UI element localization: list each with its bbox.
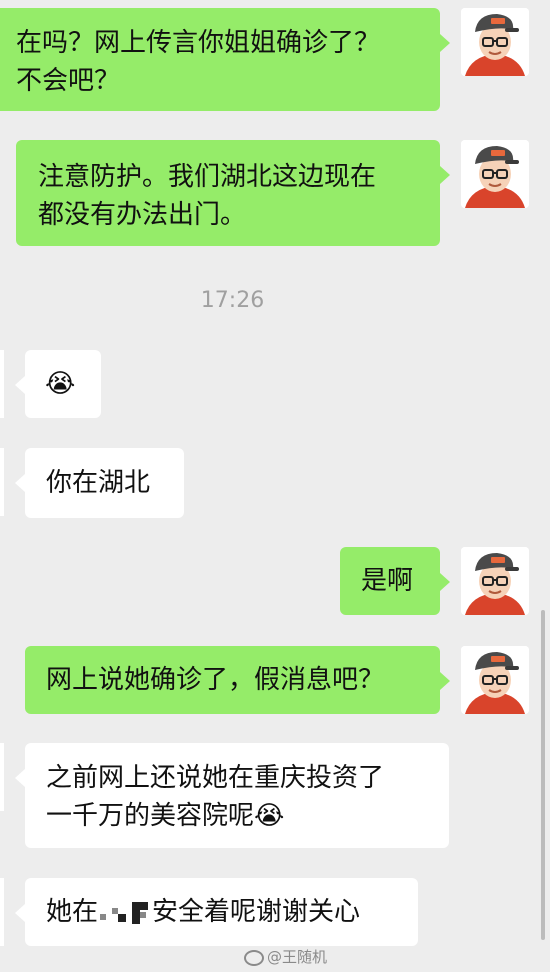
scrollbar[interactable] [541, 610, 545, 940]
message-bubble-other[interactable]: 你在湖北 [25, 448, 184, 518]
watermark: @王随机 [244, 946, 327, 967]
cartoon-avatar-icon [461, 547, 529, 615]
message-bubble-other[interactable]: 😭 [25, 350, 101, 418]
bubble-tail [15, 904, 25, 922]
cartoon-avatar-icon [461, 140, 529, 208]
message-text: 一千万的美容院呢 [46, 801, 255, 831]
message-bubble-other[interactable]: 之前网上还说她在重庆投资了 一千万的美容院呢😭 [25, 743, 449, 848]
message-bubble-me[interactable]: 是啊 [340, 547, 440, 615]
message-bubble-me[interactable]: 注意防护。我们湖北这边现在 都没有办法出门。 [16, 140, 440, 246]
message-line: 注意防护。我们湖北这边现在 [38, 162, 377, 192]
cartoon-avatar-icon [461, 646, 529, 714]
bubble-tail [440, 34, 450, 52]
message-line: 之前网上还说她在重庆投资了 [46, 763, 385, 793]
redacted-pixelation [98, 898, 152, 928]
message-line: 你在湖北 [46, 468, 151, 498]
message-line: 一千万的美容院呢😭 [46, 797, 449, 835]
weibo-logo-icon [244, 949, 264, 966]
message-bubble-other[interactable]: 她在 安全着呢谢谢关心 [25, 878, 418, 946]
message-bubble-me[interactable]: 网上说她确诊了，假消息吧？ [25, 646, 440, 714]
message-line: 在吗？网上传言你姐姐确诊了？ [16, 28, 381, 58]
bubble-tail [15, 474, 25, 492]
avatar[interactable] [0, 448, 4, 516]
avatar[interactable] [0, 350, 4, 418]
message-bubble-me[interactable]: 在吗？网上传言你姐姐确诊了？ 不会吧？ [0, 8, 440, 111]
message-text: 她在 [46, 897, 99, 927]
message-text: 安全着呢谢谢关心 [152, 897, 361, 927]
avatar[interactable] [461, 646, 529, 714]
bubble-tail [440, 166, 450, 184]
avatar[interactable] [0, 743, 4, 811]
avatar[interactable] [461, 8, 529, 76]
watermark-text: @王随机 [267, 948, 328, 966]
timestamp: 17:26 [200, 288, 265, 313]
cartoon-avatar-icon [461, 8, 529, 76]
bubble-tail [440, 672, 450, 690]
message-line: 是啊 [361, 566, 414, 596]
message-line: 不会吧？ [16, 66, 121, 96]
avatar[interactable] [0, 878, 4, 946]
message-line: 都没有办法出门。 [38, 200, 247, 230]
bubble-tail [15, 376, 25, 394]
bubble-tail [15, 769, 25, 787]
crying-face-icon: 😭 [254, 801, 285, 831]
avatar[interactable] [461, 140, 529, 208]
message-line: 网上说她确诊了，假消息吧？ [46, 665, 385, 695]
bubble-tail [440, 573, 450, 591]
crying-face-icon: 😭 [45, 369, 76, 399]
avatar[interactable] [461, 547, 529, 615]
